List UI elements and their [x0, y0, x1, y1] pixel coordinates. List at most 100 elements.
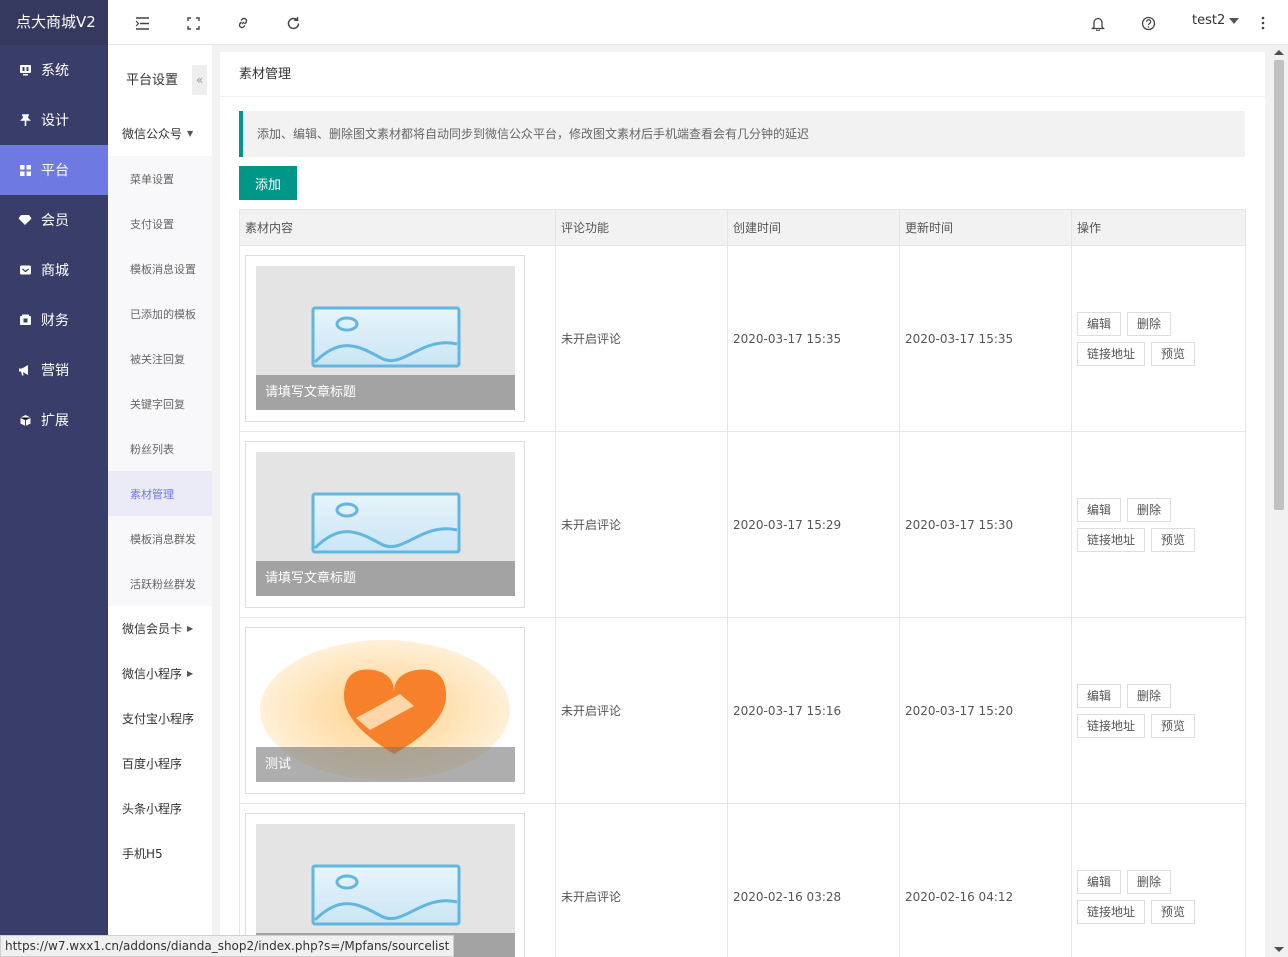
- subnav-child-item[interactable]: 模板消息群发: [108, 516, 212, 561]
- material-card[interactable]: 测试: [245, 627, 525, 794]
- scroll-thumb[interactable]: [1274, 60, 1284, 510]
- user-menu[interactable]: test2: [1192, 13, 1240, 28]
- subnav-group-item[interactable]: 手机H5: [108, 831, 212, 876]
- subnav-group-label: 支付宝小程序: [122, 712, 195, 726]
- updated-cell: 2020-03-17 15:20: [899, 617, 1072, 804]
- bell-icon[interactable]: [1089, 14, 1107, 32]
- edit-button[interactable]: 编辑: [1077, 683, 1122, 708]
- preview-button[interactable]: 预览: [1151, 527, 1196, 552]
- sidebar-item-4[interactable]: 商城: [0, 245, 108, 295]
- subnav-group-item[interactable]: 百度小程序: [108, 741, 212, 786]
- sidebar-item-6[interactable]: 营销: [0, 345, 108, 395]
- notice-banner: 添加、编辑、删除图文素材都将自动同步到微信公众平台，修改图文素材后手机端查看会有…: [239, 111, 1245, 157]
- status-url: https://w7.wxx1.cn/addons/dianda_shop2/i…: [0, 935, 455, 957]
- caret-down-icon: ▼: [187, 129, 194, 138]
- subnav-group-label: 微信会员卡: [122, 622, 183, 636]
- subnav-group-label: 手机H5: [122, 847, 163, 861]
- fullscreen-icon[interactable]: [184, 14, 202, 32]
- subnav-child-item[interactable]: 被关注回复: [108, 336, 212, 381]
- sidebar-item-label: 财务: [41, 313, 69, 329]
- subnav-child-item[interactable]: 菜单设置: [108, 156, 212, 201]
- subnav-group-item[interactable]: 头条小程序: [108, 786, 212, 831]
- delete-button[interactable]: 删除: [1127, 497, 1172, 522]
- cube-icon: [18, 413, 32, 427]
- table-row: 未开启评论 2020-02-16 03:28 2020-02-16 04:12 编辑删…: [239, 803, 1246, 957]
- sidebar-item-0[interactable]: 系统: [0, 45, 108, 95]
- sidebar-item-label: 系统: [41, 63, 69, 79]
- link-address-button[interactable]: 链接地址: [1077, 341, 1146, 366]
- column-header: 创建时间: [727, 209, 900, 246]
- updated-cell: 2020-02-16 04:12: [899, 803, 1072, 957]
- preview-button[interactable]: 预览: [1151, 899, 1196, 924]
- material-card[interactable]: 请填写文章标题: [245, 441, 525, 608]
- grid-icon: [18, 163, 32, 177]
- subnav-group-item[interactable]: 微信小程序 ▶: [108, 651, 212, 696]
- sidebar-item-3[interactable]: 会员: [0, 195, 108, 245]
- created-cell: 2020-02-16 03:28: [727, 803, 900, 957]
- sidebar-item-label: 平台: [41, 163, 69, 179]
- sidebar-item-5[interactable]: 财务: [0, 295, 108, 345]
- edit-button[interactable]: 编辑: [1077, 497, 1122, 522]
- subnav-group-label: 百度小程序: [122, 757, 183, 771]
- link-address-button[interactable]: 链接地址: [1077, 527, 1146, 552]
- subnav-child-item[interactable]: 关键字回复: [108, 381, 212, 426]
- subnav-child-item[interactable]: 素材管理: [108, 471, 212, 516]
- subnav-group-label: 微信公众号: [122, 127, 183, 141]
- subnav-group-item[interactable]: 支付宝小程序: [108, 696, 212, 741]
- subnav-child-item[interactable]: 模板消息设置: [108, 246, 212, 291]
- sidebar-item-1[interactable]: 设计: [0, 95, 108, 145]
- scroll-down-icon[interactable]: [1274, 947, 1284, 952]
- subnav-group-label: 微信小程序: [122, 667, 183, 681]
- sidebar-item-2[interactable]: 平台: [0, 145, 108, 195]
- subnav-child-item[interactable]: 已添加的模板: [108, 291, 212, 336]
- image-placeholder-icon: [311, 306, 460, 368]
- subnav-title: 平台设置: [126, 72, 179, 88]
- refresh-icon[interactable]: [284, 14, 302, 32]
- subnav-child-item[interactable]: 活跃粉丝群发: [108, 561, 212, 606]
- sidebar-item-label: 营销: [41, 363, 69, 379]
- column-header: 素材内容: [239, 209, 556, 246]
- sidebar-item-label: 设计: [41, 113, 69, 129]
- top-header: test2: [108, 0, 1288, 45]
- subnav-group-item[interactable]: 微信会员卡 ▶: [108, 606, 212, 651]
- subnav-child-item[interactable]: 粉丝列表: [108, 426, 212, 471]
- link-address-button[interactable]: 链接地址: [1077, 899, 1146, 924]
- subnav-group-label: 头条小程序: [122, 802, 183, 816]
- page-title: 素材管理: [220, 52, 1265, 97]
- edit-button[interactable]: 编辑: [1077, 311, 1122, 336]
- help-icon[interactable]: [1139, 14, 1157, 32]
- subnav-group-wechat-official[interactable]: 微信公众号 ▼: [108, 111, 212, 156]
- sidebar-item-label: 会员: [41, 213, 69, 229]
- more-vertical-icon[interactable]: [1254, 14, 1272, 32]
- delete-button[interactable]: 删除: [1127, 869, 1172, 894]
- sidebar-item-label: 扩展: [41, 413, 69, 429]
- material-card[interactable]: 请填写文章标题: [245, 255, 525, 422]
- megaphone-icon: [18, 363, 32, 377]
- mail-icon: [18, 263, 32, 277]
- scroll-up-icon[interactable]: [1274, 50, 1284, 55]
- updated-cell: 2020-03-17 15:30: [899, 431, 1072, 618]
- collapse-sidebar-button[interactable]: «: [192, 65, 207, 95]
- link-icon[interactable]: [234, 14, 252, 32]
- subnav-children: 菜单设置 支付设置 模板消息设置 已添加的模板 被关注回复 关键字回复 粉丝列表 素材管理 模板…: [108, 156, 212, 606]
- delete-button[interactable]: 删除: [1127, 683, 1172, 708]
- material-cell: 请填写文章标题: [239, 245, 556, 432]
- menu-toggle-icon[interactable]: [133, 14, 151, 32]
- sidebar-item-7[interactable]: 扩展: [0, 395, 108, 445]
- comment-cell: 未开启评论: [555, 803, 728, 957]
- subnav-child-item[interactable]: 支付设置: [108, 201, 212, 246]
- sidebar-item-label: 商城: [41, 263, 69, 279]
- column-header: 操作: [1071, 209, 1246, 246]
- app-logo[interactable]: 点大商城V2: [0, 0, 108, 45]
- preview-button[interactable]: 预览: [1151, 713, 1196, 738]
- page-scrollbar[interactable]: [1270, 45, 1288, 957]
- user-name: test2: [1192, 13, 1226, 28]
- link-address-button[interactable]: 链接地址: [1077, 713, 1146, 738]
- created-cell: 2020-03-17 15:29: [727, 431, 900, 618]
- actions-cell: 编辑 删除链接地址 预览: [1071, 617, 1246, 804]
- edit-button[interactable]: 编辑: [1077, 869, 1122, 894]
- secondary-sidebar: 平台设置 « 微信公众号 ▼ 菜单设置 支付设置 模板消息设置 已添加的模板 被关注回复关…: [108, 45, 212, 957]
- delete-button[interactable]: 删除: [1127, 311, 1172, 336]
- add-button[interactable]: 添加: [239, 166, 297, 200]
- preview-button[interactable]: 预览: [1151, 341, 1196, 366]
